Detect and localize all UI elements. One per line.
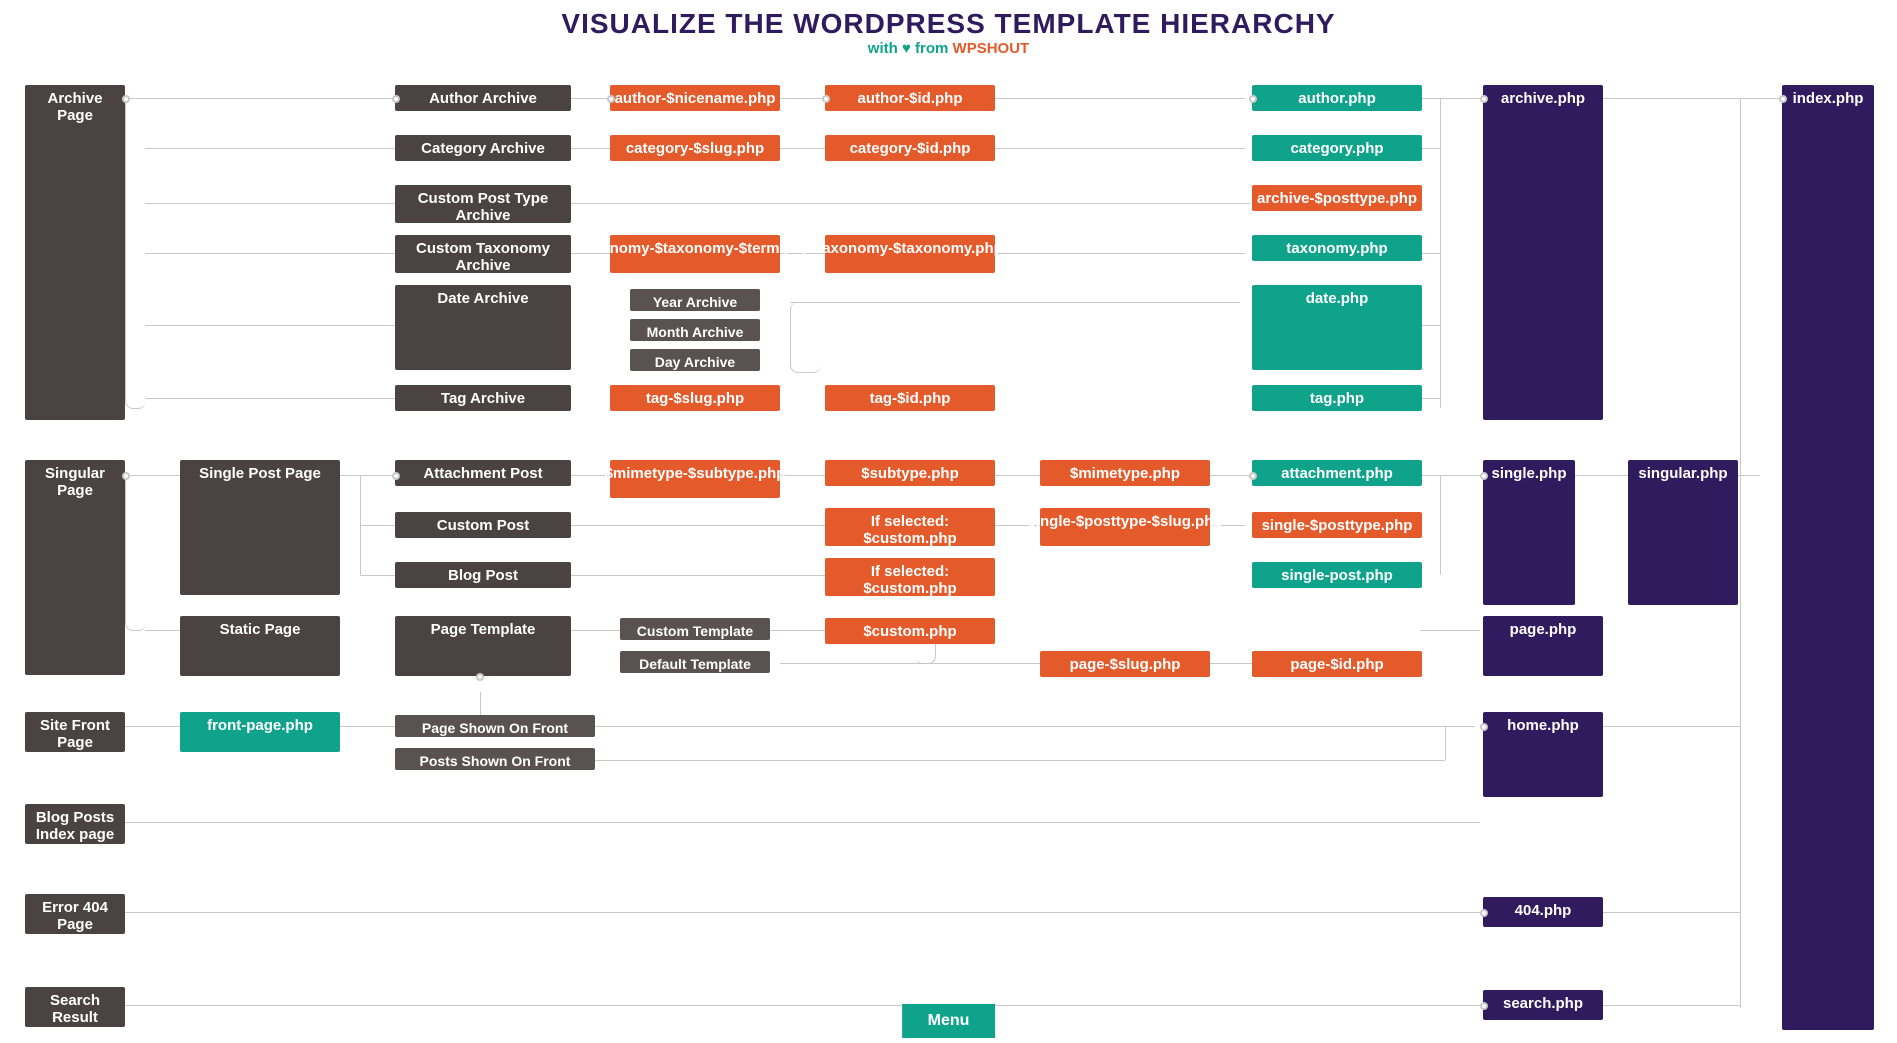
single-post-page[interactable]: Single Post Page (180, 460, 340, 595)
search-result-page[interactable]: Search Result Page (25, 987, 125, 1027)
page-template[interactable]: Page Template (395, 616, 571, 676)
site-front-page[interactable]: Site Front Page (25, 712, 125, 752)
if-selected-custom-2[interactable]: If selected: $custom.php (825, 558, 995, 596)
home-php[interactable]: home.php (1483, 712, 1603, 797)
tag-slug-php[interactable]: tag-$slug.php (610, 385, 780, 411)
mimetype-subtype-php[interactable]: $mimetype-$subtype.php (610, 460, 780, 498)
date-archive[interactable]: Date Archive (395, 285, 571, 370)
attachment-post[interactable]: Attachment Post (395, 460, 571, 486)
attachment-php[interactable]: attachment.php (1252, 460, 1422, 486)
custom-post[interactable]: Custom Post (395, 512, 571, 538)
page-subtitle: with ♥ from WPSHOUT (0, 40, 1897, 57)
custom-template[interactable]: Custom Template (620, 618, 770, 640)
category-slug-php[interactable]: category-$slug.php (610, 135, 780, 161)
subtitle-brand: WPSHOUT (953, 40, 1030, 57)
category-archive[interactable]: Category Archive (395, 135, 571, 161)
category-php[interactable]: category.php (1252, 135, 1422, 161)
cpt-archive[interactable]: Custom Post Type Archive (395, 185, 571, 223)
index-php[interactable]: index.php (1782, 85, 1874, 1030)
taxonomy-tax-php[interactable]: taxonomy-$taxonomy.php (825, 235, 995, 273)
posts-shown-on-front[interactable]: Posts Shown On Front (395, 748, 595, 770)
page-php[interactable]: page.php (1483, 616, 1603, 676)
day-archive[interactable]: Day Archive (630, 349, 760, 371)
static-page[interactable]: Static Page (180, 616, 340, 676)
date-php[interactable]: date.php (1252, 285, 1422, 370)
author-id-php[interactable]: author-$id.php (825, 85, 995, 111)
subtitle-prefix: with ♥ from (868, 40, 953, 57)
tag-id-php[interactable]: tag-$id.php (825, 385, 995, 411)
author-archive[interactable]: Author Archive (395, 85, 571, 111)
error-404-page[interactable]: Error 404 Page (25, 894, 125, 934)
archive-posttype-php[interactable]: archive-$posttype.php (1252, 185, 1422, 211)
404-php[interactable]: 404.php (1483, 897, 1603, 927)
search-php[interactable]: search.php (1483, 990, 1603, 1020)
front-page-php[interactable]: front-page.php (180, 712, 340, 752)
taxonomy-term-php[interactable]: taxonomy-$taxonomy-$term.php (610, 235, 780, 273)
tag-php[interactable]: tag.php (1252, 385, 1422, 411)
month-archive[interactable]: Month Archive (630, 319, 760, 341)
author-nicename-php[interactable]: author-$nicename.php (610, 85, 780, 111)
single-post-php[interactable]: single-post.php (1252, 562, 1422, 588)
author-php[interactable]: author.php (1252, 85, 1422, 111)
menu-button[interactable]: Menu (902, 1004, 996, 1038)
page-title: VISUALIZE THE WORDPRESS TEMPLATE HIERARC… (0, 8, 1897, 40)
archive-php[interactable]: archive.php (1483, 85, 1603, 420)
single-posttype-slug-php[interactable]: single-$posttype-$slug.php (1040, 508, 1210, 546)
singular-page[interactable]: Singular Page (25, 460, 125, 675)
custom-tax-archive[interactable]: Custom Taxonomy Archive (395, 235, 571, 273)
tag-archive[interactable]: Tag Archive (395, 385, 571, 411)
single-posttype-php[interactable]: single-$posttype.php (1252, 512, 1422, 538)
subtype-php[interactable]: $subtype.php (825, 460, 995, 486)
category-id-php[interactable]: category-$id.php (825, 135, 995, 161)
mimetype-php[interactable]: $mimetype.php (1040, 460, 1210, 486)
single-php[interactable]: single.php (1483, 460, 1575, 605)
blog-post[interactable]: Blog Post (395, 562, 571, 588)
archive-page[interactable]: Archive Page (25, 85, 125, 420)
custom-php[interactable]: $custom.php (825, 618, 995, 644)
taxonomy-php[interactable]: taxonomy.php (1252, 235, 1422, 261)
default-template[interactable]: Default Template (620, 651, 770, 673)
page-slug-php[interactable]: page-$slug.php (1040, 651, 1210, 677)
singular-php[interactable]: singular.php (1628, 460, 1738, 605)
page-id-php[interactable]: page-$id.php (1252, 651, 1422, 677)
if-selected-custom-1[interactable]: If selected: $custom.php (825, 508, 995, 546)
page-shown-on-front[interactable]: Page Shown On Front (395, 715, 595, 737)
year-archive[interactable]: Year Archive (630, 289, 760, 311)
blog-posts-index[interactable]: Blog Posts Index page (25, 804, 125, 844)
